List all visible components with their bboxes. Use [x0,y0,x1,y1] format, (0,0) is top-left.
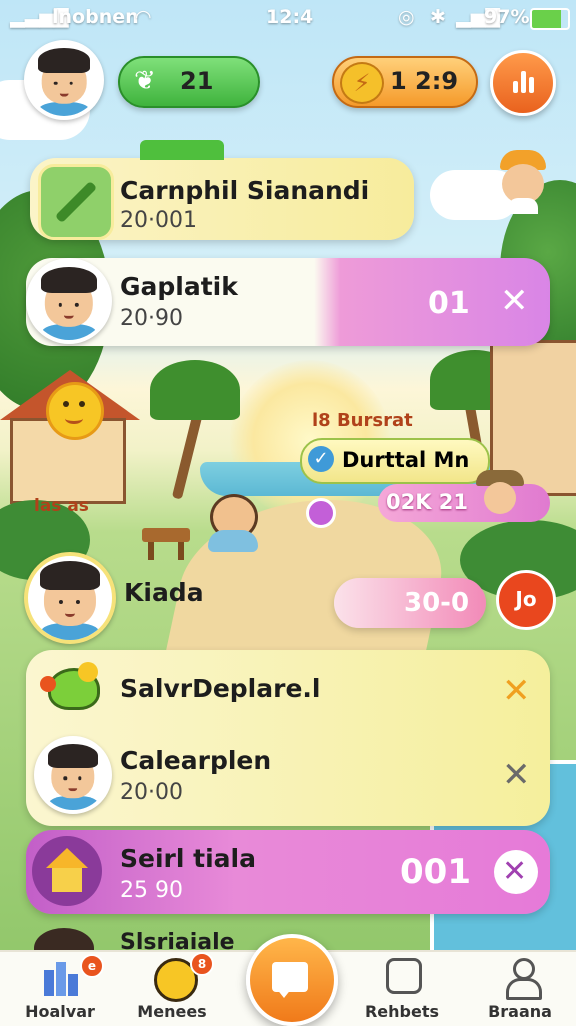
nav-badge: e [80,954,104,978]
quest-label-text: Durttal Mn [342,448,470,472]
close-icon[interactable]: ✕ [502,674,531,708]
bar-chart-icon [513,69,535,93]
inventory-card[interactable]: SalvrDeplare.l ✕ Calearplen 20·00 ✕ [26,650,550,826]
clock: 12:4 [266,6,314,28]
card-title: Calearplen [120,746,272,775]
bench-leg [178,542,184,560]
timer-value: 1 2:9 [390,67,459,95]
card-title: Kiada [124,578,204,607]
kid-character[interactable] [202,494,260,554]
center-action-button[interactable] [246,934,338,1026]
battery-icon [530,8,570,30]
bolt-icon: ⚡ [340,62,384,104]
explorer-character [476,470,524,522]
check-icon: ✓ [308,446,334,472]
nav-menus[interactable]: 8 Menees [122,952,222,1026]
flower [306,498,336,528]
friend-avatar [34,736,112,814]
card-title: Seirl tiala [120,844,256,873]
leaf-icon: ❦ [134,66,156,96]
close-icon[interactable]: ✕ [500,284,529,318]
reward-value: 30-0 [404,588,470,618]
nav-label: Rehbets [364,1002,440,1021]
battery-percent: 97% [484,6,530,28]
green-tab [140,140,224,160]
score-label[interactable]: 02K 21 [378,484,550,522]
close-icon[interactable]: ✕ [502,758,531,792]
nav-label: Menees [137,1002,207,1021]
left-sign: las as [34,496,89,516]
nav-rewards[interactable]: Rehbets [352,952,452,1026]
nav-label: Braana [488,1002,552,1021]
nav-profile[interactable]: Braana [470,952,570,1026]
nav-badge: 8 [190,952,214,976]
sun-character [46,382,104,440]
reward-pill[interactable]: 30-0 [334,578,486,628]
player-avatar[interactable] [24,40,104,120]
bench [142,528,190,542]
coins-counter[interactable]: ❦ 21 [118,56,260,108]
city-icon [42,958,80,996]
card-title: SalvrDeplare.l [120,674,321,703]
status-bar: ▂▃▅▇ lnobnen ◠ 12:4 ◎ ✱ ▂▅▇ 97% [0,0,576,34]
friend-avatar [26,258,112,344]
card-subtitle: 25 90 [120,878,183,903]
close-button[interactable]: ✕ [494,850,538,894]
person-icon [502,958,542,1000]
chat-bubble-text: Jo [515,587,537,611]
quest-card[interactable]: Carnphil Sianandi 20·001 [30,158,414,240]
bluetooth-icon: ✱ [430,6,446,28]
palm-leaves [150,360,240,420]
score-text: 02K 21 [386,490,469,514]
stats-button[interactable] [490,50,556,116]
nav-home[interactable]: e Hoalvar [10,952,110,1026]
timer-counter[interactable]: ⚡ 1 2:9 [332,56,478,108]
card-title: Carnphil Sianandi [120,176,370,205]
coins-value: 21 [180,67,214,95]
card-subtitle: 20·001 [120,208,197,233]
card-subtitle: 20·90 [120,306,183,331]
card-title: Gaplatik [120,272,238,301]
alarm-icon: ◎ [398,6,415,28]
nav-label: Hoalvar [25,1002,95,1021]
friend-card[interactable]: Gaplatik 20·90 01 ✕ [26,258,550,346]
card-badge: 001 [400,852,471,892]
card-subtitle: 20·00 [120,780,183,805]
home-icon [32,836,102,906]
chat-bubble[interactable]: Jo [496,570,556,630]
wifi-icon: ◠ [136,6,151,28]
scene-sign-top: l8 Bursrat [312,410,413,431]
pencil-icon [38,164,114,240]
card-badge: 01 [428,286,470,321]
message-tail [276,988,292,998]
carrier-label: lnobnen [52,6,139,28]
close-icon: ✕ [502,854,528,889]
bird-icon [40,658,100,714]
bench-leg [148,542,154,560]
worker-character [494,150,552,214]
robot-icon [386,958,422,994]
quest-label[interactable]: ✓ Durttal Mn [300,438,490,484]
home-card[interactable]: Seirl tiala 25 90 001 ✕ [26,830,550,914]
player-avatar[interactable] [24,552,116,644]
